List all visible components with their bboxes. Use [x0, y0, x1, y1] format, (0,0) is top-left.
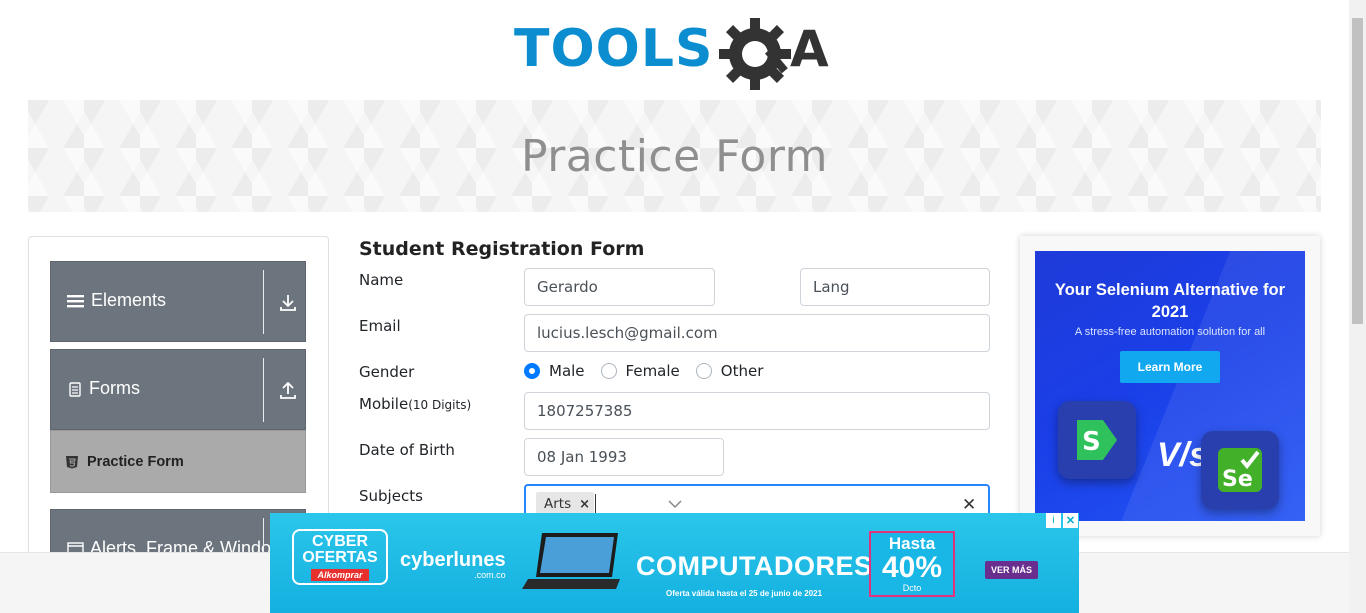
gender-radio-male[interactable]: Male [524, 362, 585, 380]
email-value: lucius.lesch@gmail.com [537, 324, 718, 342]
menu-icon [67, 294, 84, 307]
remove-chip-icon[interactable]: × [579, 497, 590, 512]
group-label-elements: Elements [91, 290, 167, 310]
chevron-down-icon[interactable] [668, 500, 682, 509]
badge-line1: CYBER [311, 532, 368, 550]
name-label: Name [359, 271, 404, 289]
menu-item-label: Practice Form [87, 453, 184, 470]
email-input[interactable]: lucius.lesch@gmail.com [524, 314, 990, 352]
selenium-logo-icon: Se [1201, 431, 1279, 509]
cyber-ofertas-badge: CYBER OFERTAS Alkomprar [292, 529, 388, 585]
email-label: Email [359, 317, 401, 335]
dob-label: Date of Birth [359, 441, 455, 459]
gender-option-label: Other [720, 362, 764, 380]
dob-value: 08 Jan 1993 [537, 448, 627, 466]
last-name-input[interactable]: Lang [800, 268, 990, 306]
date-of-birth-input[interactable]: 08 Jan 1993 [524, 438, 724, 476]
ad-headline: COMPUTADORES [636, 551, 873, 581]
page-title: Practice Form [520, 130, 829, 182]
group-header-forms[interactable]: Forms [50, 349, 306, 430]
document-icon [69, 381, 81, 397]
ad-fineprint: Oferta válida hasta el 25 de junio de 20… [666, 589, 823, 598]
gender-radio-female[interactable]: Female [600, 362, 680, 380]
last-name-value: Lang [813, 278, 850, 296]
toolsqa-logo[interactable]: TOOLS A [514, 16, 839, 92]
cyberlunes-text: cyberlunes [400, 549, 506, 571]
group-header-label: Forms [67, 378, 140, 399]
cyberlunes-logo: cyberlunes .com.co [400, 549, 506, 580]
divider [263, 270, 264, 334]
html5-icon [66, 455, 78, 468]
laptop-image [522, 533, 620, 589]
first-name-input[interactable]: Gerardo [524, 268, 715, 306]
side-ad-headline: Your Selenium Alternative for 2021 [1054, 281, 1286, 321]
cyberlunes-domain: .com.co [474, 570, 506, 580]
katalon-logo-icon: S [1058, 401, 1136, 479]
gender-option-label: Female [625, 362, 680, 380]
radio-unchecked-icon[interactable] [600, 363, 617, 379]
discount-value: 40% [881, 551, 943, 584]
subjects-label: Subjects [359, 487, 423, 505]
gender-radio-other[interactable]: Other [695, 362, 764, 380]
clear-icon[interactable]: ✕ [962, 495, 976, 515]
form-title: Student Registration Form [359, 238, 645, 260]
mobile-label: Mobile(10 Digits) [359, 395, 471, 413]
radio-checked-icon[interactable] [524, 363, 540, 379]
divider [263, 358, 264, 422]
learn-more-button[interactable]: Learn More [1120, 351, 1220, 383]
discount-box: Hasta 40% Dcto [869, 531, 955, 597]
page-scrollbar[interactable] [1349, 0, 1366, 613]
menu-item-practice-form[interactable]: Practice Form [50, 430, 306, 493]
gender-option-label: Male [549, 362, 585, 380]
upload-icon [280, 382, 296, 399]
side-ad[interactable]: Your Selenium Alternative for 2021 A str… [1035, 251, 1305, 521]
mobile-value: 1807257385 [537, 402, 633, 420]
mobile-input[interactable]: 1807257385 [524, 392, 990, 430]
side-ad-subline: A stress-free automation solution for al… [1074, 326, 1266, 338]
svg-text:S: S [1082, 427, 1101, 457]
page-banner: Practice Form [28, 100, 1321, 212]
badge-store: Alkomprar [311, 568, 369, 581]
gender-label: Gender [359, 363, 415, 381]
radio-unchecked-icon[interactable] [695, 363, 712, 379]
mobile-hint: (10 Digits) [408, 398, 472, 412]
group-header-label: Elements [67, 290, 166, 311]
ad-info-icon[interactable]: i [1046, 513, 1061, 528]
group-header-elements[interactable]: Elements [50, 261, 306, 342]
ver-mas-button[interactable]: VER MÁS [985, 561, 1039, 579]
svg-text:A: A [790, 20, 829, 78]
text-caret [595, 494, 596, 514]
scrollbar-thumb[interactable] [1352, 18, 1363, 324]
badge-line2: OFERTAS [302, 548, 378, 566]
gender-radio-group: Male Female Other [524, 362, 779, 380]
group-label-forms: Forms [89, 378, 140, 398]
svg-text:TOOLS: TOOLS [514, 19, 713, 79]
page: TOOLS A Practice Form Elements Forms Pra… [0, 0, 1366, 613]
subject-chip-label: Arts [544, 496, 572, 512]
ad-close-icon[interactable]: ✕ [1063, 513, 1078, 528]
discount-suffix: Dcto [902, 583, 922, 593]
first-name-value: Gerardo [537, 278, 598, 296]
mobile-label-text: Mobile [359, 395, 409, 413]
download-icon [280, 295, 296, 311]
svg-text:Se: Se [1222, 467, 1253, 492]
bottom-ad-banner[interactable]: CYBER OFERTAS Alkomprar cyberlunes .com.… [270, 513, 1079, 613]
